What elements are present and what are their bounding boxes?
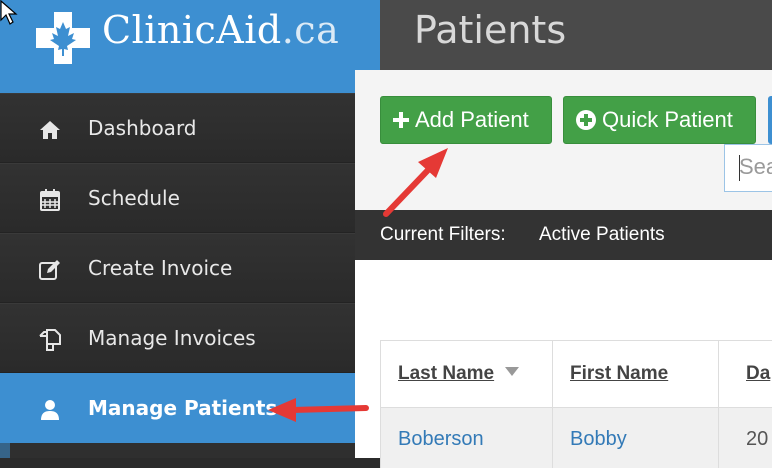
table-divider: [718, 340, 719, 468]
logo-bar[interactable]: ClinicAid.ca: [0, 0, 380, 93]
user-icon: [41, 400, 59, 420]
cell-date: 20: [746, 428, 769, 450]
sidebar-item-schedule[interactable]: Schedule: [0, 163, 380, 233]
table-divider: [380, 340, 381, 468]
brand-logo-text: ClinicAid.ca: [102, 8, 339, 52]
sidebar: ClinicAid.ca Dashboard Schedule Create I…: [0, 0, 380, 458]
sidebar-item-manage-invoices[interactable]: Manage Invoices: [0, 303, 380, 373]
search-placeholder: Sea: [739, 154, 772, 179]
main-panel: Add Patient Quick Patient Sea Current Fi…: [355, 70, 772, 468]
table-divider: [552, 340, 553, 468]
sidebar-item-label: Dashboard: [88, 116, 197, 140]
filters-bar: Current Filters: Active Patients: [355, 210, 772, 260]
mouse-cursor-icon: [0, 0, 18, 25]
sidebar-item-label: Schedule: [88, 186, 180, 210]
add-patient-label: Add Patient: [415, 107, 529, 132]
copy-icon: [39, 329, 61, 351]
cell-last-name[interactable]: Boberson: [398, 428, 484, 451]
more-button[interactable]: [768, 96, 772, 144]
brand-tld: .ca: [281, 8, 340, 52]
plus-circle-icon: [576, 110, 596, 130]
toolbar: Add Patient Quick Patient Sea: [355, 70, 772, 210]
filters-value[interactable]: Active Patients: [539, 224, 665, 246]
search-input[interactable]: Sea: [724, 144, 772, 192]
maple-leaf-cross-icon: [36, 12, 90, 64]
sort-desc-icon[interactable]: [505, 367, 519, 376]
sidebar-nav: Dashboard Schedule Create Invoice Manage…: [0, 93, 380, 443]
table-header-row: Last Name First Name Da: [380, 340, 772, 408]
quick-patient-label: Quick Patient: [602, 107, 733, 132]
column-header-first-name[interactable]: First Name: [570, 363, 668, 385]
cell-first-name[interactable]: Bobby: [570, 428, 627, 451]
filters-label: Current Filters:: [380, 224, 506, 245]
plus-icon: [393, 112, 409, 128]
column-header-last-name[interactable]: Last Name: [398, 363, 494, 385]
sidebar-item-manage-patients[interactable]: Manage Patients: [0, 373, 380, 443]
page-header: Patients: [380, 0, 772, 70]
text-caret: [739, 155, 740, 181]
add-patient-button[interactable]: Add Patient: [380, 96, 552, 144]
home-icon: [40, 121, 60, 139]
sidebar-item-label: Manage Invoices: [88, 326, 256, 350]
quick-patient-button[interactable]: Quick Patient: [563, 96, 756, 144]
page-title: Patients: [414, 8, 567, 52]
table-row[interactable]: Boberson Bobby 20: [380, 408, 772, 468]
sidebar-item-label: Manage Patients: [88, 396, 278, 420]
sidebar-item-create-invoice[interactable]: Create Invoice: [0, 233, 380, 303]
brand-name: ClinicAid: [102, 8, 282, 52]
calendar-icon: [40, 189, 60, 211]
sidebar-item-dashboard[interactable]: Dashboard: [0, 93, 380, 163]
column-header-date[interactable]: Da: [746, 363, 770, 385]
sidebar-item-label: Create Invoice: [88, 256, 233, 280]
edit-icon: [39, 260, 60, 280]
